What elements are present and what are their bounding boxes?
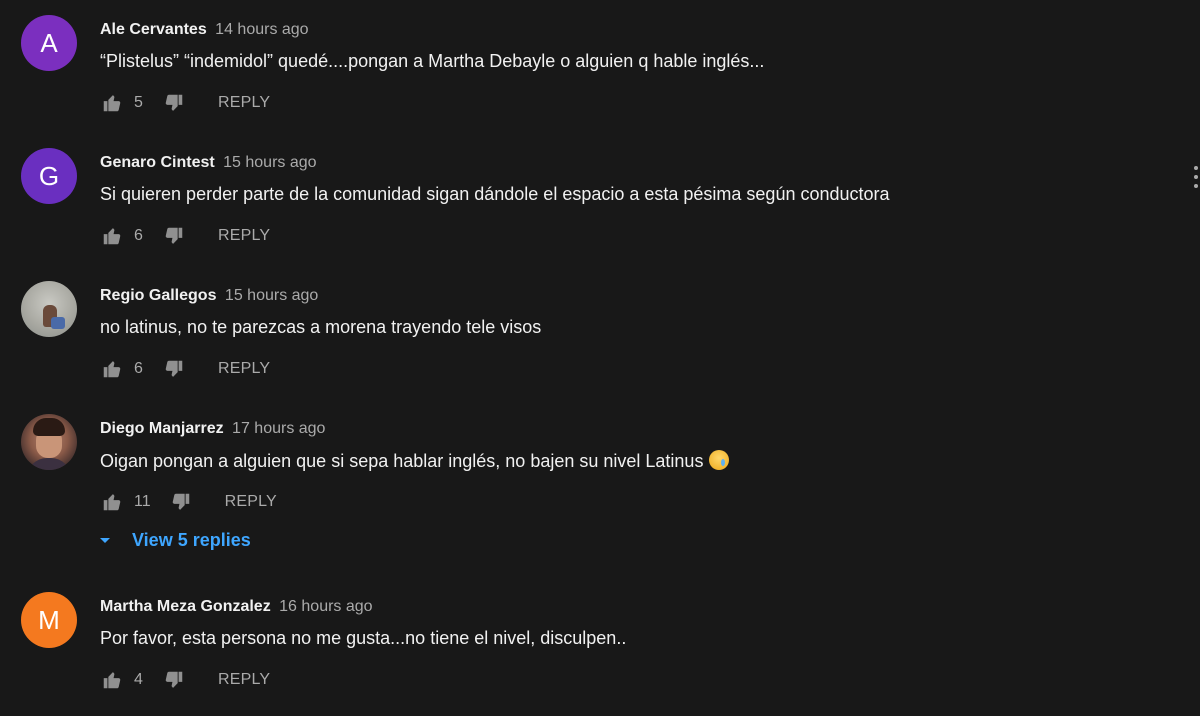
comment-time[interactable]: 17 hours ago <box>232 420 325 437</box>
avatar-letter: M <box>38 604 60 635</box>
like-count: 5 <box>134 94 143 111</box>
comment-text: Por favor, esta persona no me gusta...no… <box>100 628 627 648</box>
view-replies-button[interactable]: View 5 replies <box>96 528 251 552</box>
caret-down-icon <box>100 537 110 543</box>
comment-text: Oigan pongan a alguien que si sepa habla… <box>100 450 730 472</box>
more-vertical-icon[interactable] <box>1194 166 1200 188</box>
comment-time[interactable]: 14 hours ago <box>215 21 308 38</box>
avatar[interactable]: M <box>21 592 77 648</box>
author-name[interactable]: Martha Meza Gonzalez <box>100 598 271 615</box>
author-name[interactable]: Ale Cervantes <box>100 21 207 38</box>
avatar[interactable] <box>21 414 77 470</box>
avatar-photo-figure <box>51 317 65 329</box>
comment-header: Genaro Cintest 15 hours ago <box>100 154 317 172</box>
reply-button[interactable]: REPLY <box>218 360 270 378</box>
thumb-up-icon[interactable] <box>100 357 124 381</box>
like-count: 4 <box>134 671 143 688</box>
author-name[interactable]: Genaro Cintest <box>100 154 215 171</box>
avatar[interactable]: A <box>21 15 77 71</box>
comment-actions: 6 REPLY <box>100 357 270 381</box>
comment-actions: 6 REPLY <box>100 224 270 248</box>
menu-dot <box>1194 184 1198 188</box>
comment-actions: 5 REPLY <box>100 91 270 115</box>
comment-actions: 11 REPLY <box>100 490 277 514</box>
thumb-up-icon[interactable] <box>100 91 124 115</box>
comment-header: Regio Gallegos 15 hours ago <box>100 287 318 305</box>
thumb-down-icon[interactable] <box>162 224 186 248</box>
avatar[interactable] <box>21 281 77 337</box>
comment-text-content: Oigan pongan a alguien que si sepa habla… <box>100 451 704 471</box>
avatar-photo-figure <box>27 458 71 470</box>
comments-section: A Ale Cervantes 14 hours ago “Plistelus”… <box>0 0 1200 716</box>
menu-dot <box>1194 166 1198 170</box>
comment-time[interactable]: 15 hours ago <box>225 287 318 304</box>
crying-face-emoji-icon <box>709 450 730 470</box>
comment-text: no latinus, no te parezcas a morena tray… <box>100 317 542 337</box>
thumb-up-icon[interactable] <box>100 668 124 692</box>
thumb-up-icon[interactable] <box>100 224 124 248</box>
avatar-letter: G <box>38 160 60 191</box>
thumb-down-icon[interactable] <box>169 490 193 514</box>
comment-actions: 4 REPLY <box>100 668 270 692</box>
view-replies-label: View 5 replies <box>132 529 251 550</box>
thumb-down-icon[interactable] <box>162 91 186 115</box>
thumb-down-icon[interactable] <box>162 668 186 692</box>
menu-dot <box>1194 175 1198 179</box>
like-count: 11 <box>134 493 151 510</box>
author-name[interactable]: Diego Manjarrez <box>100 420 224 437</box>
reply-button[interactable]: REPLY <box>225 493 277 511</box>
comment-text: “Plistelus” “indemidol” quedé....pongan … <box>100 51 765 71</box>
reply-button[interactable]: REPLY <box>218 94 270 112</box>
avatar[interactable]: G <box>21 148 77 204</box>
like-count: 6 <box>134 360 143 377</box>
comment-time[interactable]: 16 hours ago <box>279 598 372 615</box>
comment-header: Ale Cervantes 14 hours ago <box>100 21 309 39</box>
comment-text: Si quieren perder parte de la comunidad … <box>100 184 890 204</box>
like-count: 6 <box>134 227 143 244</box>
avatar-photo-figure <box>33 418 65 436</box>
reply-button[interactable]: REPLY <box>218 671 270 689</box>
comment-header: Martha Meza Gonzalez 16 hours ago <box>100 598 373 616</box>
thumb-up-icon[interactable] <box>100 490 124 514</box>
avatar-letter: A <box>40 27 58 58</box>
comment-header: Diego Manjarrez 17 hours ago <box>100 420 325 438</box>
author-name[interactable]: Regio Gallegos <box>100 287 216 304</box>
comment-time[interactable]: 15 hours ago <box>223 154 316 171</box>
reply-button[interactable]: REPLY <box>218 227 270 245</box>
thumb-down-icon[interactable] <box>162 357 186 381</box>
